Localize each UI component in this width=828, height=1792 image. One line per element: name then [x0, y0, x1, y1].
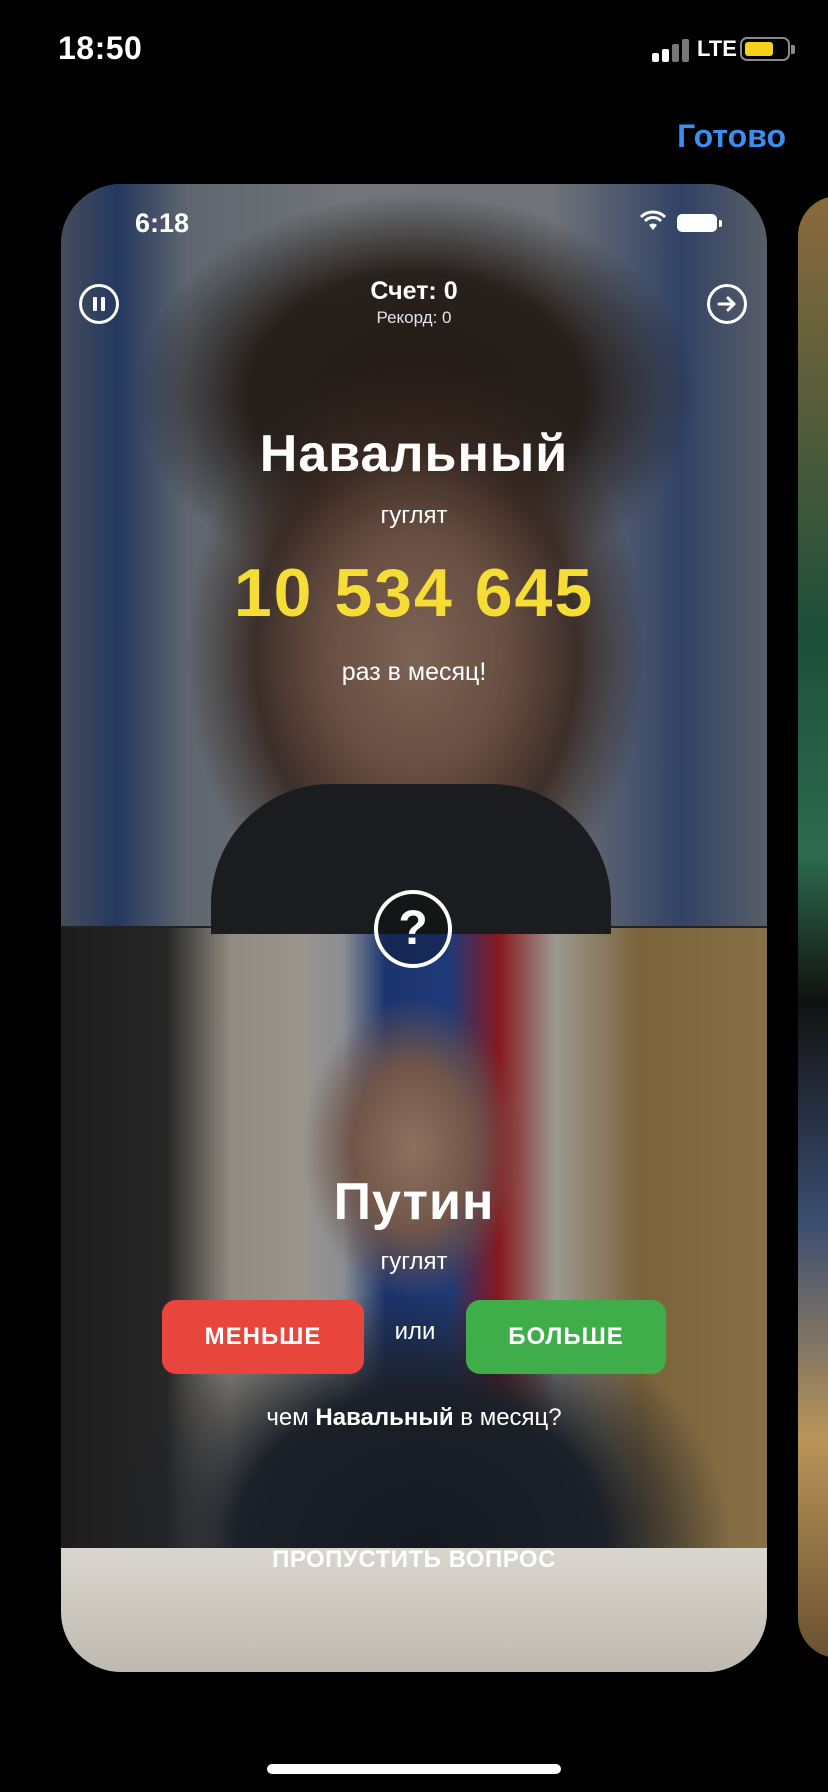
per-month-label: раз в месяц!	[341, 658, 487, 686]
bottom-person-name: Путин	[333, 1173, 495, 1231]
inner-status-time: 6:18	[135, 208, 190, 238]
or-label: или	[394, 1318, 436, 1345]
compare-suffix: в месяц?	[460, 1404, 562, 1431]
game-overlay: 6:18 Счет: 0 Рекорд: 0 Навальный гуглят …	[61, 184, 767, 1672]
game-preview-card[interactable]: 6:18 Счет: 0 Рекорд: 0 Навальный гуглят …	[61, 184, 767, 1672]
record-label: Рекорд: 0	[376, 308, 452, 327]
battery-icon	[740, 37, 795, 61]
top-person-name: Навальный	[259, 425, 569, 483]
signal-icon	[652, 38, 692, 62]
less-button[interactable]: МЕНЬШЕ	[162, 1300, 364, 1374]
wifi-icon	[639, 210, 667, 230]
compare-prefix: чем	[266, 1404, 309, 1431]
status-bar: 18:50 LTE	[0, 0, 828, 100]
compare-text: чем Навальный в месяц?	[61, 1404, 767, 1432]
next-preview-card[interactable]	[798, 196, 828, 1658]
done-button[interactable]: Готово	[677, 118, 786, 155]
home-indicator[interactable]	[267, 1764, 561, 1774]
top-googled-label: гуглят	[380, 502, 448, 529]
status-time: 18:50	[58, 30, 143, 66]
question-icon: ?	[374, 890, 452, 968]
inner-battery-icon	[677, 214, 722, 232]
compare-name: Навальный	[315, 1404, 454, 1431]
bottom-googled-label: гуглят	[380, 1248, 448, 1275]
skip-question-button[interactable]: ПРОПУСТИТЬ ВОПРОС	[61, 1546, 767, 1574]
network-type: LTE	[697, 36, 737, 61]
search-count: 10 534 645	[233, 555, 595, 631]
more-button[interactable]: БОЛЬШЕ	[466, 1300, 666, 1374]
score-label: Счет: 0	[370, 277, 458, 305]
